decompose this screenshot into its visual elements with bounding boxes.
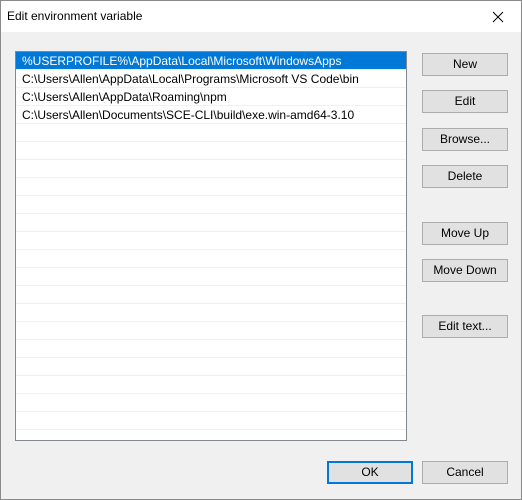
empty-list-row[interactable] [16, 412, 406, 430]
empty-list-row[interactable] [16, 358, 406, 376]
empty-list-row[interactable] [16, 286, 406, 304]
edit-text-button[interactable]: Edit text... [422, 315, 508, 338]
empty-list-row[interactable] [16, 178, 406, 196]
delete-button[interactable]: Delete [422, 165, 508, 188]
empty-list-row[interactable] [16, 322, 406, 340]
empty-list-row[interactable] [16, 214, 406, 232]
list-item[interactable]: C:\Users\Allen\AppData\Roaming\npm [16, 88, 406, 106]
list-item[interactable]: C:\Users\Allen\AppData\Local\Programs\Mi… [16, 70, 406, 88]
empty-list-row[interactable] [16, 304, 406, 322]
empty-list-row[interactable] [16, 142, 406, 160]
list-item[interactable]: C:\Users\Allen\Documents\SCE-CLI\build\e… [16, 106, 406, 124]
move-down-button[interactable]: Move Down [422, 259, 508, 282]
move-up-button[interactable]: Move Up [422, 222, 508, 245]
list-item[interactable]: %USERPROFILE%\AppData\Local\Microsoft\Wi… [16, 52, 406, 70]
empty-list-row[interactable] [16, 268, 406, 286]
new-button[interactable]: New [422, 53, 508, 76]
empty-list-row[interactable] [16, 232, 406, 250]
browse-button[interactable]: Browse... [422, 128, 508, 151]
empty-list-row[interactable] [16, 376, 406, 394]
ok-button[interactable]: OK [327, 461, 413, 484]
title-bar: Edit environment variable [1, 1, 521, 32]
cancel-button[interactable]: Cancel [422, 461, 508, 484]
close-icon [492, 11, 504, 22]
window-title: Edit environment variable [7, 9, 143, 23]
empty-list-row[interactable] [16, 160, 406, 178]
edit-button[interactable]: Edit [422, 90, 508, 113]
empty-list-row[interactable] [16, 340, 406, 358]
empty-list-row[interactable] [16, 196, 406, 214]
empty-list-row[interactable] [16, 124, 406, 142]
close-button[interactable] [475, 1, 521, 32]
empty-list-row[interactable] [16, 250, 406, 268]
edit-environment-variable-dialog: Edit environment variable %USERPROFILE%\… [0, 0, 522, 500]
path-list[interactable]: %USERPROFILE%\AppData\Local\Microsoft\Wi… [15, 51, 407, 441]
empty-list-row[interactable] [16, 394, 406, 412]
